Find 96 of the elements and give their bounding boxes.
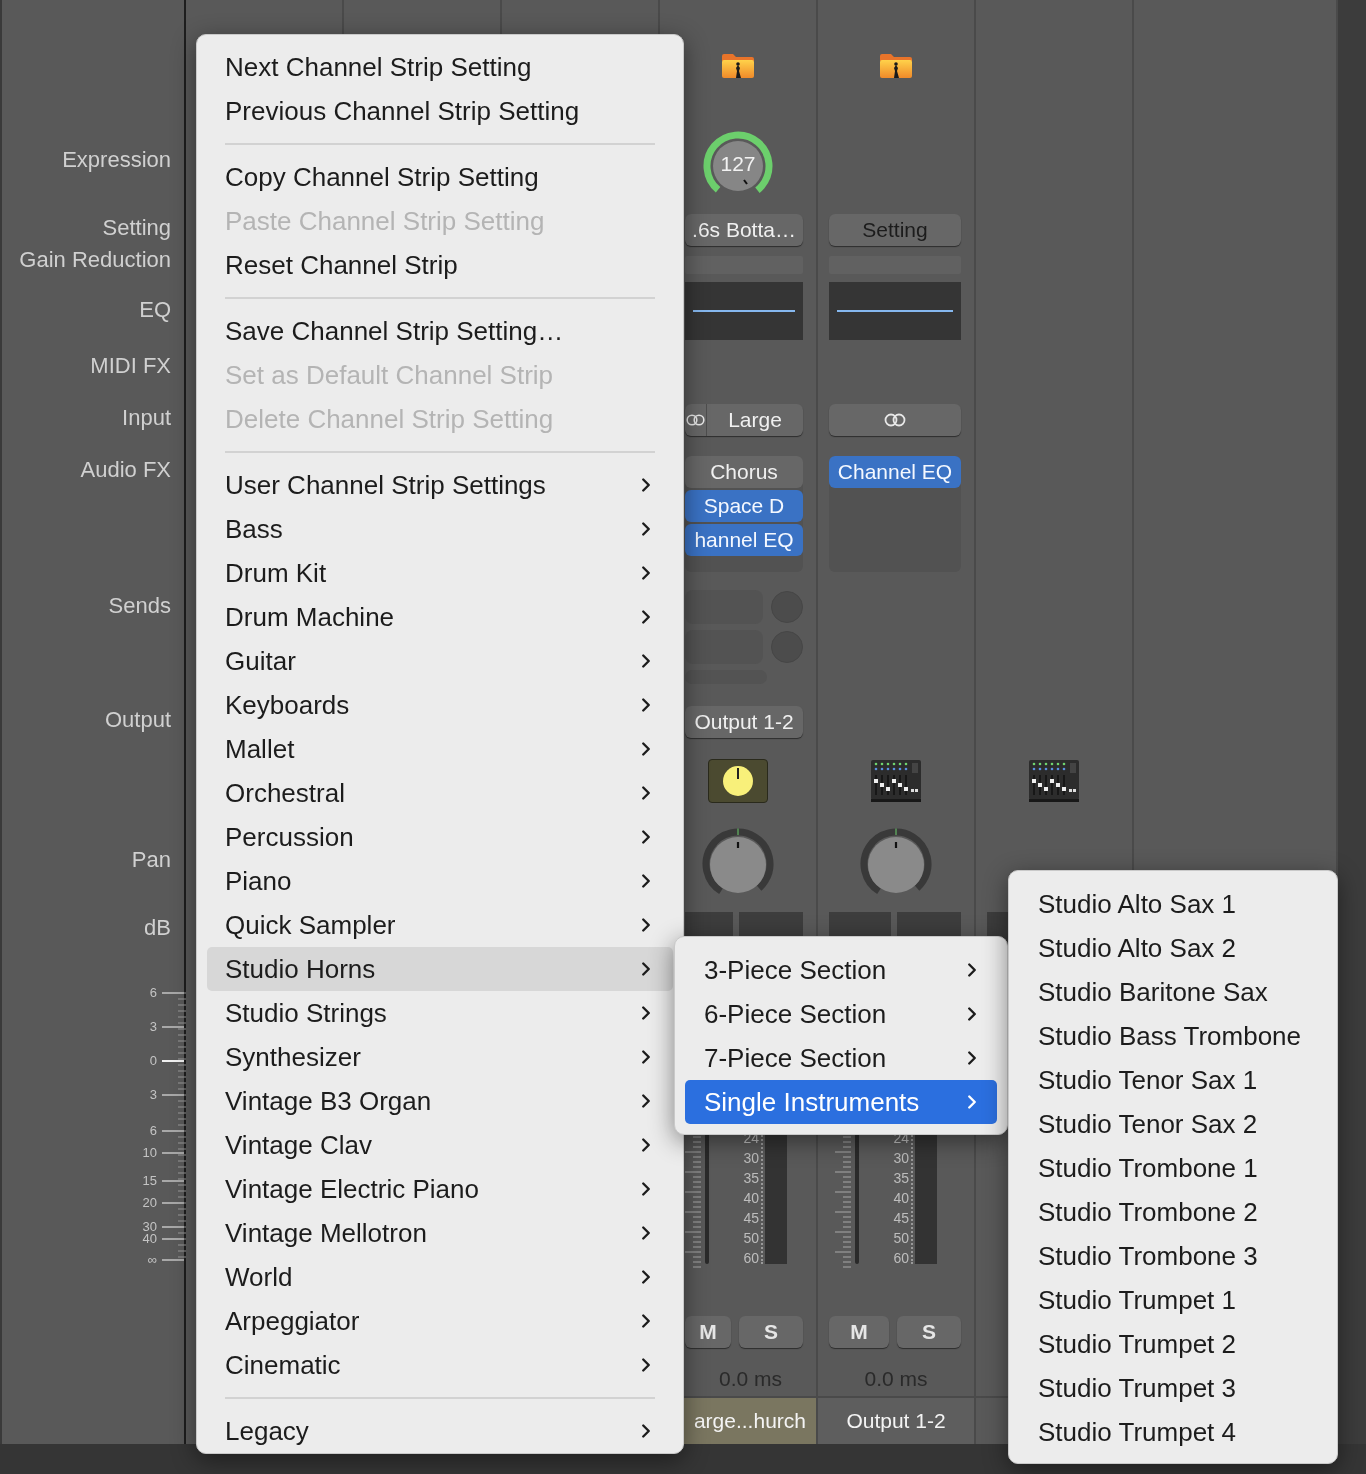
row-label: Pan (131, 848, 171, 872)
meter-scale-label: 60 (893, 1249, 909, 1268)
mute-button[interactable]: M (685, 1316, 731, 1348)
menu-item[interactable]: Studio Trumpet 3 (1019, 1366, 1327, 1410)
menu-item[interactable]: Studio Tenor Sax 1 (1019, 1058, 1327, 1102)
menu-item[interactable]: Mallet (207, 727, 673, 771)
meter-scale-label: 30 (743, 1149, 759, 1168)
menu-item[interactable]: User Channel Strip Settings (207, 463, 673, 507)
menu-item[interactable]: Studio Strings (207, 991, 673, 1035)
menu-item[interactable]: Studio Trumpet 1 (1019, 1278, 1327, 1322)
menu-item[interactable]: Studio Trombone 3 (1019, 1234, 1327, 1278)
eq-display[interactable] (829, 282, 961, 340)
menu-item[interactable]: Studio Trumpet 2 (1019, 1322, 1327, 1366)
folder-icon (721, 53, 755, 79)
scale-label: 30 (142, 1219, 157, 1234)
meter-scale-label: 50 (893, 1229, 909, 1248)
menu-item[interactable]: Studio Horns (207, 947, 673, 991)
mixer-console-icon[interactable] (1028, 759, 1080, 803)
menu-item[interactable]: Vintage Clav (207, 1123, 673, 1167)
menu-item[interactable]: Studio Alto Sax 2 (1019, 926, 1327, 970)
channel-name[interactable]: Output 1-2 (818, 1398, 974, 1444)
setting-button[interactable]: .6s Botta… (685, 214, 803, 246)
meter-scale-label: 35 (893, 1169, 909, 1188)
menu-item[interactable]: Next Channel Strip Setting (207, 45, 673, 89)
meter-scale-label: 35 (743, 1169, 759, 1188)
audio-fx-slot[interactable]: Chorus (685, 456, 803, 488)
meter-scale-label: 40 (743, 1189, 759, 1208)
menu-item[interactable]: 7-Piece Section (685, 1036, 997, 1080)
menu-item[interactable]: Piano (207, 859, 673, 903)
audio-fx-slot[interactable]: Space D (685, 490, 803, 522)
menu-item[interactable]: Reset Channel Strip (207, 243, 673, 287)
row-label: MIDI FX (90, 354, 171, 378)
menu-item[interactable]: Vintage Mellotron (207, 1211, 673, 1255)
audio-fx-slot[interactable]: Channel EQ (829, 456, 961, 488)
scale-label: 0 (149, 1053, 157, 1069)
scale-label: 6 (149, 1123, 157, 1139)
meter-scale-label: 45 (893, 1209, 909, 1228)
menu-item[interactable]: Arpeggiator (207, 1299, 673, 1343)
solo-button[interactable]: S (739, 1316, 803, 1348)
menu-item[interactable]: Studio Trumpet 4 (1019, 1410, 1327, 1454)
menu-item[interactable]: Single Instruments (685, 1080, 997, 1124)
audio-fx-slot[interactable]: hannel EQ (685, 524, 803, 556)
menu-item[interactable]: Orchestral (207, 771, 673, 815)
menu-item[interactable]: Guitar (207, 639, 673, 683)
menu-item[interactable]: Studio Tenor Sax 2 (1019, 1102, 1327, 1146)
menu-item[interactable]: Studio Baritone Sax (1019, 970, 1327, 1014)
meter-scale-label: 60 (743, 1249, 759, 1268)
row-label: dB (144, 916, 171, 940)
menu-item[interactable]: Bass (207, 507, 673, 551)
scale-label: 3 (149, 1087, 157, 1103)
scale-label: 15 (142, 1173, 157, 1189)
knob-value: 127 (719, 152, 757, 176)
folder-icon (879, 53, 913, 79)
menu-item[interactable]: World (207, 1255, 673, 1299)
menu-item[interactable]: Cinematic (207, 1343, 673, 1387)
menu-item[interactable]: 6-Piece Section (685, 992, 997, 1036)
solo-button[interactable]: S (897, 1316, 961, 1348)
menu-item[interactable]: Studio Trombone 1 (1019, 1146, 1327, 1190)
menu-item[interactable]: Vintage B3 Organ (207, 1079, 673, 1123)
output-button[interactable]: Output 1-2 (685, 706, 803, 738)
scale-label: 10 (142, 1145, 157, 1161)
row-label: Expression (62, 148, 171, 172)
menu-item[interactable]: Drum Machine (207, 595, 673, 639)
row-label: Setting (102, 216, 171, 240)
row-label: Output (104, 708, 171, 732)
scale-label: 40 (142, 1231, 157, 1247)
meter-scale-label: 50 (743, 1229, 759, 1248)
menu-item[interactable]: Vintage Electric Piano (207, 1167, 673, 1211)
menu-item[interactable]: Quick Sampler (207, 903, 673, 947)
row-label: Audio FX (80, 458, 171, 482)
menu-item[interactable]: Percussion (207, 815, 673, 859)
menu-item[interactable]: 3-Piece Section (685, 948, 997, 992)
menu-item[interactable]: Studio Trombone 2 (1019, 1190, 1327, 1234)
eq-display[interactable] (685, 282, 803, 340)
menu-item[interactable]: Copy Channel Strip Setting (207, 155, 673, 199)
row-label: Gain Reduction (19, 248, 171, 272)
meter-scale-label: 40 (893, 1189, 909, 1208)
group-knob-icon[interactable] (708, 759, 768, 803)
row-label: Input (122, 406, 171, 430)
row-label: EQ (139, 298, 171, 322)
scale-label: ∞ (147, 1252, 157, 1268)
row-label: Sends (108, 594, 171, 618)
mixer-console-icon[interactable] (870, 759, 922, 803)
menu-item[interactable]: Studio Alto Sax 1 (1019, 882, 1327, 926)
menu-item[interactable]: Studio Bass Trombone (1019, 1014, 1327, 1058)
scale-label: 3 (149, 1019, 157, 1035)
scale-label: 6 (149, 985, 157, 1001)
menu-item[interactable]: Keyboards (207, 683, 673, 727)
menu-item[interactable]: Synthesizer (207, 1035, 673, 1079)
mute-button[interactable]: M (829, 1316, 889, 1348)
menu-item[interactable]: Previous Channel Strip Setting (207, 89, 673, 133)
menu-item[interactable]: Save Channel Strip Setting… (207, 309, 673, 353)
menu-item[interactable]: Drum Kit (207, 551, 673, 595)
meter-scale-label: 45 (743, 1209, 759, 1228)
meter-scale-label: 30 (893, 1149, 909, 1168)
scale-label: 20 (142, 1195, 157, 1211)
